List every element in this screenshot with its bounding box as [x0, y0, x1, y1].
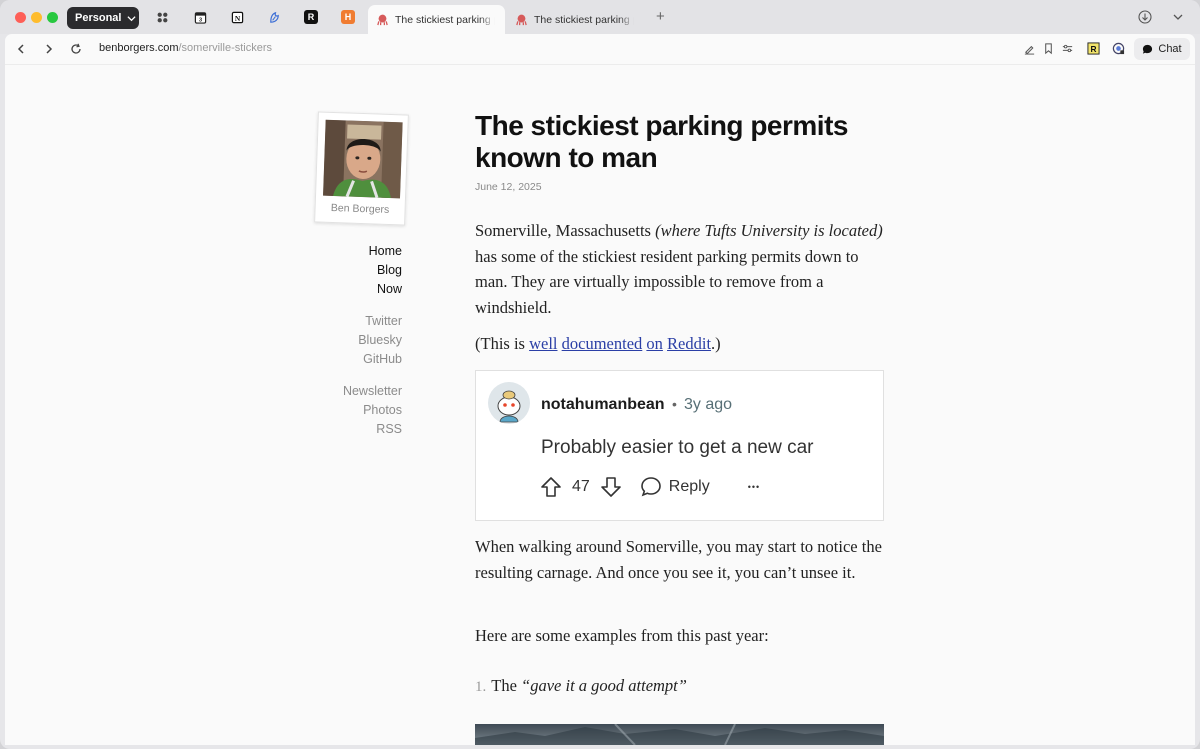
nav-home-link[interactable]: Home	[343, 242, 402, 261]
vote-count: 47	[572, 478, 590, 495]
address-toolbar: benborgers.com/somerville-stickers R Cha…	[5, 34, 1195, 65]
nav-github-link[interactable]: GitHub	[343, 350, 402, 369]
tab-strip: Personal 3 N R H The stickiest parking p…	[0, 0, 1200, 34]
author-name: Ben Borgers	[330, 201, 390, 216]
paragraph-intro: Somerville, Massachusetts (where Tufts U…	[475, 218, 885, 320]
svg-text:R: R	[1090, 44, 1096, 54]
nav-twitter-link[interactable]: Twitter	[343, 312, 402, 331]
octopus-icon	[516, 14, 527, 26]
url-path: /somerville-stickers	[178, 42, 273, 54]
nav-blog-link[interactable]: Blog	[343, 261, 402, 280]
link-well[interactable]: well	[529, 334, 557, 353]
nav-newsletter-link[interactable]: Newsletter	[343, 382, 402, 401]
paragraph-carnage: When walking around Somerville, you may …	[475, 537, 882, 582]
chat-button[interactable]: Chat	[1134, 38, 1190, 60]
text-run-italic: “gave it a good attempt”	[521, 676, 687, 695]
pen-icon[interactable]	[1023, 42, 1036, 55]
example-photo	[475, 724, 884, 745]
link-on[interactable]: on	[646, 334, 663, 353]
url-domain: benborgers.com	[99, 42, 179, 54]
minimize-window-button[interactable]	[31, 12, 42, 23]
notion-icon[interactable]: N	[230, 10, 244, 24]
chevron-down-icon	[127, 15, 137, 21]
article-date: June 12, 2025	[475, 181, 542, 193]
tab-inactive[interactable]: The stickiest parking permits known to m…	[507, 5, 644, 34]
url-bar[interactable]: benborgers.com/somerville-stickers	[99, 42, 272, 54]
reddit-comment-text: Probably easier to get a new car	[541, 437, 814, 458]
site-navigation: Home Blog Now Twitter Bluesky GitHub New…	[343, 242, 402, 439]
text-run: The	[491, 676, 522, 695]
new-tab-button[interactable]: +	[656, 9, 665, 24]
downvote-icon	[600, 477, 621, 497]
tab-active[interactable]: The stickiest parking permits known to m…	[368, 5, 505, 34]
text-run: Somerville, Massachusetts	[475, 221, 656, 240]
back-icon[interactable]	[15, 43, 27, 55]
chat-bubble-icon	[1143, 44, 1153, 54]
browser-window: Personal 3 N R H The stickiest parking p…	[0, 0, 1200, 749]
downloads-icon[interactable]	[1138, 10, 1152, 24]
extension-shield-icon[interactable]	[1112, 42, 1125, 55]
text-run: has some of the stickiest resident parki…	[475, 246, 859, 317]
readwise-icon[interactable]: R	[304, 10, 318, 24]
tab-title: The stickiest parking permits known to m…	[395, 13, 495, 26]
reddit-username: notahumanbean	[541, 396, 665, 413]
reader-extension-icon[interactable]: R	[1087, 42, 1100, 55]
link-reddit[interactable]: Reddit	[667, 334, 711, 353]
author-polaroid[interactable]: Ben Borgers	[314, 111, 409, 226]
reddit-action-bar: 47 Reply •••	[540, 475, 760, 499]
calendar-icon[interactable]: 3	[193, 10, 207, 24]
svg-text:3: 3	[198, 17, 201, 23]
hacker-news-icon[interactable]: H	[341, 10, 355, 24]
text-run: (This is	[475, 334, 530, 353]
close-window-button[interactable]	[15, 12, 26, 23]
nav-rss-link[interactable]: RSS	[343, 420, 402, 439]
maximize-window-button[interactable]	[47, 12, 58, 23]
forward-icon[interactable]	[43, 43, 55, 55]
octopus-icon	[377, 14, 388, 26]
paragraph-examples: Here are some examples from this past ye…	[475, 626, 769, 645]
nav-photos-link[interactable]: Photos	[343, 401, 402, 420]
reddit-avatar	[488, 382, 530, 424]
web-page: Ben Borgers Home Blog Now Twitter Bluesk…	[5, 65, 1195, 745]
nav-now-link[interactable]: Now	[343, 280, 402, 299]
text-run-italic: (where Tufts University is located)	[655, 221, 883, 240]
bird-icon[interactable]	[267, 10, 281, 24]
tab-title: The stickiest parking permits known to m…	[534, 13, 634, 26]
chat-label: Chat	[1158, 43, 1182, 55]
tab-overview-chevron-icon[interactable]	[1171, 10, 1185, 24]
reddit-comment-screenshot: notahumanbean • 3y ago Probably easier t…	[475, 370, 884, 521]
grid-icon[interactable]	[155, 10, 169, 24]
more-options-icon: •••	[747, 482, 761, 492]
reload-icon[interactable]	[70, 43, 82, 55]
author-photo	[323, 119, 403, 199]
svg-text:N: N	[234, 13, 240, 22]
reddit-separator: •	[672, 396, 677, 412]
link-documented[interactable]: documented	[562, 334, 643, 353]
bookmark-icon[interactable]	[1042, 42, 1055, 55]
settings-sliders-icon[interactable]	[1061, 42, 1074, 55]
text-run: .)	[711, 334, 721, 353]
reddit-timestamp: 3y ago	[684, 396, 733, 413]
profile-name: Personal	[75, 12, 122, 24]
paragraph-links: (This is well documented on Reddit.)	[475, 331, 885, 357]
list-item: 1. The “gave it a good attempt”	[475, 673, 885, 701]
upvote-icon	[541, 477, 561, 497]
list-number: 1.	[475, 679, 487, 695]
comment-icon	[640, 477, 661, 497]
profile-switcher[interactable]: Personal	[67, 7, 139, 29]
article-title: The stickiest parking permits known to m…	[475, 110, 848, 173]
reply-label: Reply	[668, 478, 710, 495]
nav-bluesky-link[interactable]: Bluesky	[343, 331, 402, 350]
